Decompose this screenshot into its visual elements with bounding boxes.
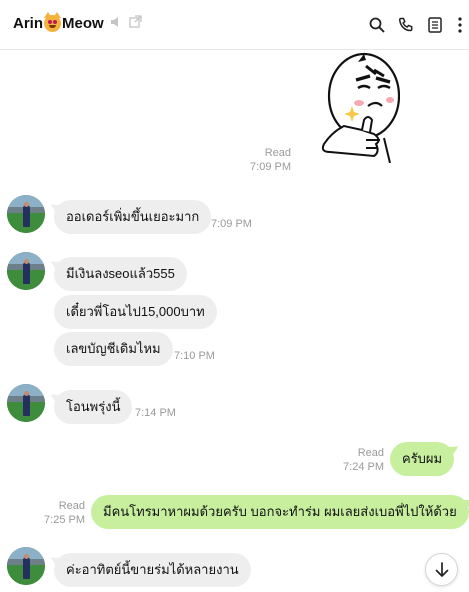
message-time: 7:09 PM (211, 218, 252, 230)
more-icon[interactable] (450, 14, 469, 36)
message-bubble-incoming[interactable]: ค่ะอาทิตย์นี้ขายร่มได้หลายงาน (54, 553, 251, 587)
chat-header: Arin Meow (0, 0, 469, 50)
sticker-read-receipt: Read 7:09 PM (250, 147, 291, 173)
avatar[interactable] (7, 547, 45, 585)
sticker-image[interactable] (318, 48, 401, 164)
message-bubble-incoming[interactable]: เดี๋ยวพี่โอนไป15,000บาท (54, 295, 217, 329)
message-bubble-outgoing[interactable]: ครับผม (390, 442, 455, 476)
message-bubble-incoming[interactable]: มีเงินลงseoแล้ว555 (54, 257, 187, 291)
phone-icon[interactable] (395, 14, 417, 36)
search-icon[interactable] (366, 14, 388, 36)
chat-title-right: Meow (62, 15, 104, 32)
message-time: 7:10 PM (174, 350, 215, 362)
read-receipt: Read 7:25 PM (44, 500, 85, 526)
avatar[interactable] (7, 252, 45, 290)
read-receipt: Read 7:24 PM (343, 447, 384, 473)
cat-emoji-icon (44, 12, 61, 32)
notes-icon[interactable] (424, 14, 446, 36)
chat-title[interactable]: Arin Meow (13, 12, 142, 32)
chat-title-left: Arin (13, 15, 43, 32)
message-bubble-outgoing[interactable]: มีคนโทรมาหาผมด้วยครับ บอกจะทำร่ม ผมเลยส่… (91, 495, 469, 529)
message-bubble-incoming[interactable]: ออเดอร์เพิ่มขึ้นเยอะมาก (54, 200, 212, 234)
message-bubble-incoming[interactable]: เลขบัญชีเดิมไหม (54, 332, 173, 366)
avatar[interactable] (7, 384, 45, 422)
message-bubble-incoming[interactable]: โอนพรุ่งนี้ (54, 390, 133, 424)
avatar[interactable] (7, 195, 45, 233)
open-external-icon[interactable] (129, 15, 142, 32)
speaker-muted-icon (110, 15, 123, 32)
scroll-to-bottom-button[interactable] (425, 553, 458, 586)
arrow-down-icon (435, 561, 448, 577)
message-time: 7:14 PM (135, 407, 176, 419)
